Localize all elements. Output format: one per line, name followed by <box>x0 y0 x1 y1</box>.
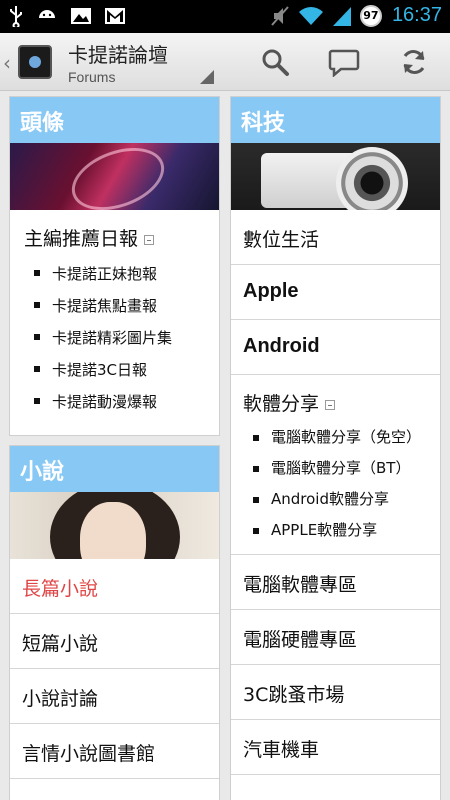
forum-row-long-novels[interactable]: 長篇小說 <box>10 559 219 614</box>
section-title-label: 軟體分享 <box>243 393 320 415</box>
list-item[interactable]: 卡提諾焦點畫報 <box>34 289 219 321</box>
section-title[interactable]: 軟體分享 <box>231 375 440 416</box>
novels-banner-image[interactable] <box>10 492 219 559</box>
app-subtitle[interactable]: Forums <box>68 69 115 85</box>
software-group: 軟體分享 電腦軟體分享（免空） 電腦軟體分享（BT） Android軟體分享 A… <box>231 375 440 555</box>
spinner-triangle-icon[interactable] <box>200 70 214 84</box>
action-bar: ‹ 卡提諾論壇 Forums <box>0 33 450 91</box>
refresh-button[interactable] <box>396 44 432 80</box>
chat-bubble-icon <box>328 49 360 77</box>
bullet-icon <box>34 270 40 276</box>
list-item[interactable]: APPLE軟體分享 <box>253 515 440 546</box>
section-title[interactable]: 主編推薦日報 <box>10 210 219 251</box>
tech-banner-image[interactable] <box>231 143 440 210</box>
usb-icon <box>8 5 24 27</box>
forum-row-romance-library[interactable]: 言情小說圖書館 <box>10 724 219 779</box>
list-item-label: 卡提諾精彩圖片集 <box>52 328 173 347</box>
signal-icon <box>332 5 352 27</box>
status-clock: 16:37 <box>391 4 442 26</box>
forum-row-novel-discussion[interactable]: 小說討論 <box>10 669 219 724</box>
headlines-banner-image[interactable] <box>10 143 219 210</box>
battery-icon: 97 <box>359 4 382 27</box>
forum-row-digital-life[interactable]: 數位生活 <box>231 210 440 265</box>
search-icon <box>262 49 289 76</box>
list-item-label: 電腦軟體分享（BT） <box>271 459 411 477</box>
list-item[interactable]: 卡提諾3C日報 <box>34 353 219 385</box>
gmail-icon <box>104 7 126 25</box>
list-item-label: 卡提諾動漫爆報 <box>52 392 158 411</box>
bullet-icon <box>253 435 259 441</box>
list-item-label: 卡提諾3C日報 <box>52 360 148 379</box>
bullet-icon <box>34 398 40 404</box>
list-item-label: 卡提諾正妹抱報 <box>52 264 158 283</box>
forum-row-apple[interactable]: Apple <box>231 265 440 320</box>
app-title[interactable]: 卡提諾論壇 <box>68 39 168 68</box>
bullet-icon <box>253 528 259 534</box>
search-button[interactable] <box>257 44 293 80</box>
status-bar: 97 16:37 <box>0 0 450 33</box>
refresh-icon <box>403 50 425 74</box>
app-logo-icon[interactable] <box>18 45 52 79</box>
tech-card: 科技 數位生活 Apple Android 軟體分享 電腦軟體分享（免空） 電腦… <box>230 96 441 800</box>
banner-face-shape <box>80 502 146 559</box>
bullet-icon <box>253 497 259 503</box>
bullet-icon <box>34 334 40 340</box>
forum-row-short-novels[interactable]: 短篇小說 <box>10 614 219 669</box>
list-item[interactable]: Android軟體分享 <box>253 484 440 515</box>
up-caret-icon[interactable]: ‹ <box>3 51 11 75</box>
list-item[interactable]: 卡提諾動漫爆報 <box>34 385 219 417</box>
android-icon <box>36 6 58 26</box>
wifi-icon <box>298 5 324 27</box>
forum-row-android[interactable]: Android <box>231 320 440 375</box>
category-header-novels[interactable]: 小說 <box>10 446 219 492</box>
bullet-icon <box>253 466 259 472</box>
forum-row-3c-flea-market[interactable]: 3C跳蚤市場 <box>231 665 440 720</box>
list-item[interactable]: 卡提諾正妹抱報 <box>34 257 219 289</box>
chat-button[interactable] <box>326 44 362 80</box>
collapse-icon[interactable] <box>325 399 336 410</box>
list-item[interactable]: 電腦軟體分享（BT） <box>253 453 440 484</box>
bullet-icon <box>34 366 40 372</box>
collapse-icon[interactable] <box>144 234 155 245</box>
forum-row-cars-motorcycles[interactable]: 汽車機車 <box>231 720 440 775</box>
bullet-icon <box>34 302 40 308</box>
category-header-headlines[interactable]: 頭條 <box>10 97 219 143</box>
category-header-tech[interactable]: 科技 <box>231 97 440 143</box>
mute-icon <box>270 5 290 27</box>
list-item-label: 卡提諾焦點畫報 <box>52 296 158 315</box>
list-item-label: Android軟體分享 <box>271 490 389 508</box>
forum-row-pc-software[interactable]: 電腦軟體專區 <box>231 555 440 610</box>
camera-lens-shape <box>336 147 408 210</box>
list-item[interactable]: 卡提諾精彩圖片集 <box>34 321 219 353</box>
headlines-card: 頭條 主編推薦日報 卡提諾正妹抱報 卡提諾焦點畫報 卡提諾精彩圖片集 卡提諾3C… <box>9 96 220 436</box>
image-icon <box>70 6 92 26</box>
software-sublist: 電腦軟體分享（免空） 電腦軟體分享（BT） Android軟體分享 APPLE軟… <box>231 416 440 546</box>
headlines-sublist: 卡提諾正妹抱報 卡提諾焦點畫報 卡提諾精彩圖片集 卡提諾3C日報 卡提諾動漫爆報 <box>10 251 219 417</box>
forum-row-pc-hardware[interactable]: 電腦硬體專區 <box>231 610 440 665</box>
novels-card: 小說 長篇小說 短篇小說 小說討論 言情小說圖書館 <box>9 445 220 800</box>
section-title-label: 主編推薦日報 <box>24 228 139 250</box>
list-item-label: 電腦軟體分享（免空） <box>271 428 422 446</box>
list-item-label: APPLE軟體分享 <box>271 521 378 539</box>
list-item[interactable]: 電腦軟體分享（免空） <box>253 422 440 453</box>
